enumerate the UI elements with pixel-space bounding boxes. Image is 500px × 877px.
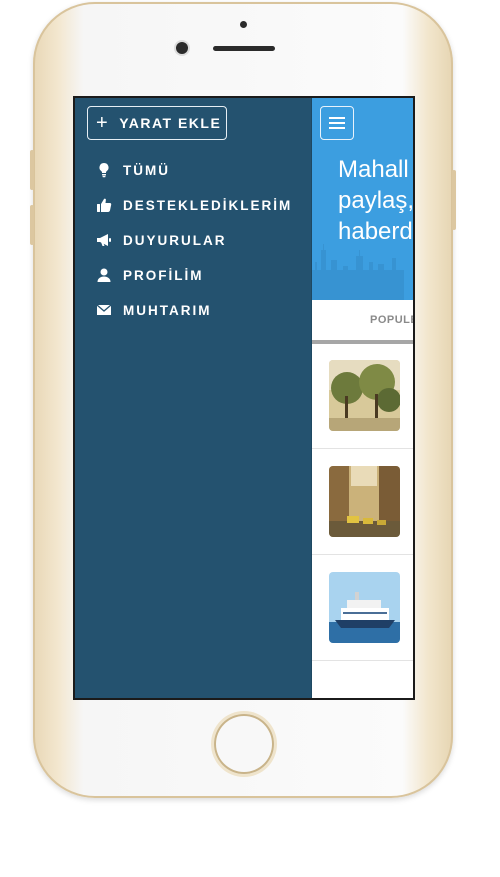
main-content: Mahall paylaş, haberd POPULE (312, 98, 413, 698)
menu-item-label: DUYURULAR (123, 232, 227, 248)
add-report-button[interactable]: + YARAT EKLE (87, 106, 227, 140)
menu-item-supported[interactable]: DESTEKLEDİKLERİM (95, 193, 292, 217)
volume-button (30, 150, 34, 190)
hamburger-line (329, 122, 345, 124)
front-camera (176, 42, 188, 54)
megaphone-icon (95, 231, 113, 249)
side-menu: + YARAT EKLE TÜMÜ DESTEKLEDİKLERİM DUYUR… (75, 98, 311, 698)
city-street-traffic-photo (329, 466, 400, 537)
volume-button (30, 205, 34, 245)
menu-item-label: PROFİLİM (123, 267, 204, 283)
thumbs-up-icon (95, 196, 113, 214)
hamburger-line (329, 117, 345, 119)
city-skyline-illustration (312, 244, 404, 300)
home-button[interactable] (214, 714, 274, 774)
earpiece-speaker (213, 46, 275, 51)
hero-banner: Mahall paylaş, haberd (312, 98, 413, 300)
menu-item-headman[interactable]: MUHTARIM (95, 298, 211, 322)
list-item[interactable] (312, 556, 413, 661)
lightbulb-icon (95, 161, 113, 179)
menu-item-profile[interactable]: PROFİLİM (95, 263, 204, 287)
add-report-label: YARAT EKLE (119, 115, 222, 131)
hamburger-line (329, 127, 345, 129)
menu-item-label: DESTEKLEDİKLERİM (123, 197, 293, 213)
street-trees-photo (329, 360, 400, 431)
menu-toggle-button[interactable] (320, 106, 354, 140)
envelope-icon (95, 301, 113, 319)
menu-item-announcements[interactable]: DUYURULAR (95, 228, 227, 252)
ferry-boat-photo (329, 572, 400, 643)
menu-item-label: TÜMÜ (123, 162, 170, 178)
tab-popular[interactable]: POPULE (370, 314, 413, 326)
menu-item-label: MUHTARIM (123, 302, 212, 318)
user-icon (95, 266, 113, 284)
list-item[interactable] (312, 344, 413, 449)
feed-tabs: POPULE (312, 300, 413, 344)
power-button (452, 170, 456, 230)
app-screen: + YARAT EKLE TÜMÜ DESTEKLEDİKLERİM DUYUR… (73, 96, 415, 700)
proximity-sensor (240, 21, 247, 28)
list-item[interactable] (312, 450, 413, 555)
plus-icon: + (96, 111, 110, 134)
menu-item-all[interactable]: TÜMÜ (95, 158, 170, 182)
